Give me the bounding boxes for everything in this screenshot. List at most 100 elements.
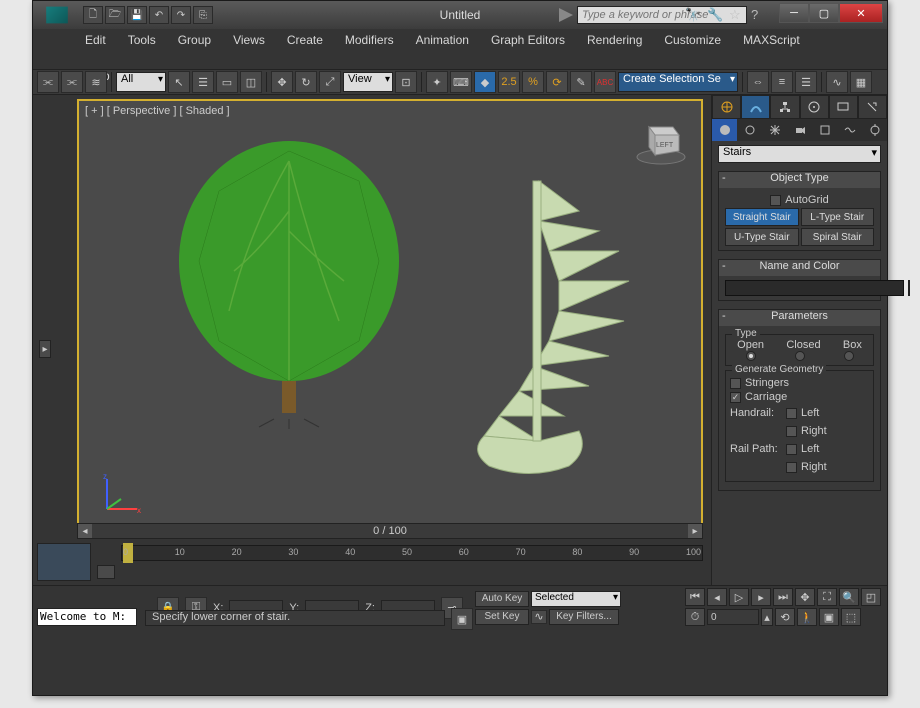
time-scroll[interactable]: ◂ 0 / 100 ▸ xyxy=(77,523,703,539)
color-swatch[interactable] xyxy=(908,280,910,296)
select-name-icon[interactable]: ☰ xyxy=(192,71,214,93)
keyfilters-button[interactable]: Key Filters... xyxy=(549,609,619,625)
fov-icon[interactable]: ◰ xyxy=(861,588,881,606)
rollout-header-name-color[interactable]: -Name and Color xyxy=(719,260,880,276)
menu-animation[interactable]: Animation xyxy=(414,31,471,49)
link-tool-icon[interactable]: ⫘ xyxy=(37,71,59,93)
timeline-config-icon[interactable] xyxy=(97,565,115,579)
viewcube[interactable]: LEFT xyxy=(633,111,689,167)
layers-icon[interactable]: ☰ xyxy=(795,71,817,93)
scale-icon[interactable]: ⤢ xyxy=(319,71,341,93)
rollout-header-object-type[interactable]: -Object Type xyxy=(719,172,880,188)
redo-icon[interactable]: ↷ xyxy=(171,6,191,24)
orbit-icon[interactable]: ⟲ xyxy=(775,608,795,626)
menu-group[interactable]: Group xyxy=(176,31,213,49)
subtab-geometry[interactable] xyxy=(712,119,737,141)
angle-snap-icon[interactable]: 2.5 xyxy=(498,71,520,93)
move-icon[interactable]: ✥ xyxy=(271,71,293,93)
scroll-left-icon[interactable]: ◂ xyxy=(78,524,92,538)
radio-box[interactable] xyxy=(844,351,854,361)
align-icon[interactable]: ≡ xyxy=(771,71,793,93)
select-region-icon[interactable]: ▭ xyxy=(216,71,238,93)
spinner-up-icon[interactable]: ▴ xyxy=(761,608,773,626)
menu-modifiers[interactable]: Modifiers xyxy=(343,31,396,49)
link-icon[interactable]: ⎘ xyxy=(193,6,213,24)
rotate-icon[interactable]: ↻ xyxy=(295,71,317,93)
autogrid-checkbox[interactable]: AutoGrid xyxy=(725,194,874,206)
percent-snap-icon[interactable]: % xyxy=(522,71,544,93)
selection-filter-dropdown[interactable]: All xyxy=(116,72,166,92)
key-tangent-icon[interactable]: ∿ xyxy=(531,610,547,624)
ltype-stair-button[interactable]: L-Type Stair xyxy=(801,208,875,226)
subtab-lights[interactable] xyxy=(762,119,787,141)
viewport[interactable]: [ + ] [ Perspective ] [ Shaded ] LEFT xyxy=(77,99,703,529)
schematic-icon[interactable]: ▦ xyxy=(850,71,872,93)
search-go-icon[interactable] xyxy=(559,8,573,22)
tab-motion[interactable] xyxy=(800,95,829,119)
zoom-region-icon[interactable]: ⬚ xyxy=(841,608,861,626)
save-icon[interactable]: 💾 xyxy=(127,6,147,24)
subtab-cameras[interactable] xyxy=(787,119,812,141)
subtab-helpers[interactable] xyxy=(812,119,837,141)
subtab-spacewarps[interactable] xyxy=(837,119,862,141)
zoom-extents-icon[interactable]: ⛶ xyxy=(817,588,837,606)
goto-start-icon[interactable]: ⏮ xyxy=(685,588,705,606)
key-target-dropdown[interactable]: Selected xyxy=(531,591,621,607)
pan-icon[interactable]: ✥ xyxy=(795,588,815,606)
select-icon[interactable]: ↖ xyxy=(168,71,190,93)
wrench-icon[interactable]: 🔧 xyxy=(707,7,723,23)
prev-frame-icon[interactable]: ◂ xyxy=(707,588,727,606)
unlink-tool-icon[interactable]: ⫘ xyxy=(61,71,83,93)
time-config-icon[interactable]: ⏱ xyxy=(685,608,705,626)
abc-icon[interactable]: ABC xyxy=(594,71,616,93)
curve-editor-icon[interactable]: ∿ xyxy=(826,71,848,93)
open-icon[interactable]: 🗁 xyxy=(105,6,125,24)
manipulate-icon[interactable]: ✦ xyxy=(426,71,448,93)
scroll-right-icon[interactable]: ▸ xyxy=(688,524,702,538)
keyboard-icon[interactable]: ⌨ xyxy=(450,71,472,93)
railpath-left-checkbox[interactable]: Left xyxy=(786,443,819,455)
maximize-button[interactable]: ▢ xyxy=(809,3,839,23)
setkey-button[interactable]: Set Key xyxy=(475,609,529,625)
menu-graph-editors[interactable]: Graph Editors xyxy=(489,31,567,49)
zoom-icon[interactable]: 🔍 xyxy=(839,588,859,606)
mirror-icon[interactable]: ⇔ xyxy=(747,71,769,93)
menu-create[interactable]: Create xyxy=(285,31,325,49)
snap-toggle-icon[interactable]: ◆ xyxy=(474,71,496,93)
new-icon[interactable]: 🗋 xyxy=(83,6,103,24)
railpath-right-checkbox[interactable]: Right xyxy=(786,461,827,473)
tab-create[interactable] xyxy=(712,95,741,119)
menu-tools[interactable]: Tools xyxy=(126,31,158,49)
star-icon[interactable]: ☆ xyxy=(729,7,745,23)
undo-icon[interactable]: ↶ xyxy=(149,6,169,24)
close-button[interactable]: ✕ xyxy=(839,3,883,23)
frame-spinner[interactable] xyxy=(707,609,759,625)
viewport-expand-button[interactable]: ▸ xyxy=(39,340,51,358)
isolate-icon[interactable]: ▣ xyxy=(451,608,473,630)
ref-coord-dropdown[interactable]: View xyxy=(343,72,393,92)
category-dropdown[interactable]: Stairs xyxy=(718,145,881,163)
handrail-right-checkbox[interactable]: Right xyxy=(786,425,827,437)
menu-views[interactable]: Views xyxy=(231,31,267,49)
tree-object[interactable] xyxy=(159,131,419,431)
app-icon[interactable] xyxy=(39,1,75,29)
maxscript-listener[interactable]: Welcome to M: xyxy=(37,608,137,626)
tab-display[interactable] xyxy=(829,95,858,119)
menu-customize[interactable]: Customize xyxy=(662,31,723,49)
spiral-stair-object[interactable] xyxy=(439,171,659,491)
handrail-left-checkbox[interactable]: Left xyxy=(786,407,819,419)
edit-set-icon[interactable]: ✎ xyxy=(570,71,592,93)
max-viewport-icon[interactable]: ▣ xyxy=(819,608,839,626)
radio-closed[interactable] xyxy=(795,351,805,361)
menu-edit[interactable]: Edit xyxy=(83,31,108,49)
bind-icon[interactable]: ≋ xyxy=(85,71,107,93)
autokey-button[interactable]: Auto Key xyxy=(475,591,529,607)
pivot-icon[interactable]: ⊡ xyxy=(395,71,417,93)
subtab-systems[interactable] xyxy=(862,119,887,141)
help-icon[interactable]: ? xyxy=(751,7,767,23)
radio-open[interactable] xyxy=(746,351,756,361)
binoculars-icon[interactable]: 🔭 xyxy=(685,7,701,23)
straight-stair-button[interactable]: Straight Stair xyxy=(725,208,799,226)
mini-viewport[interactable] xyxy=(37,543,91,581)
tab-utilities[interactable] xyxy=(858,95,887,119)
